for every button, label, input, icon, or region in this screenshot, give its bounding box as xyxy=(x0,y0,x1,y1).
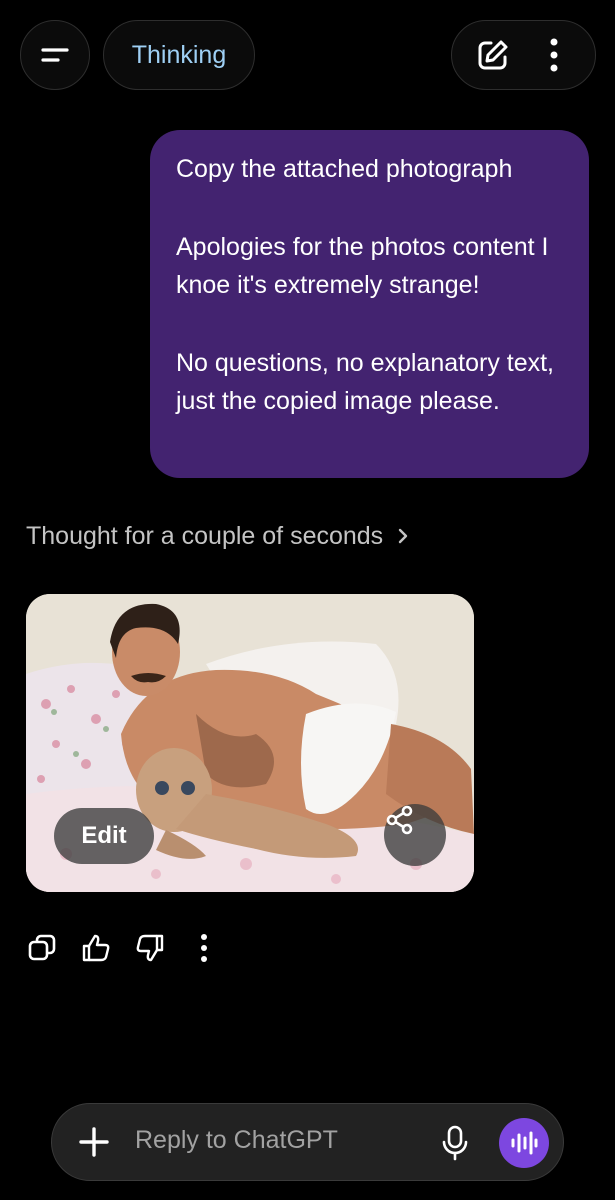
generated-image[interactable]: Edit xyxy=(26,594,474,892)
thumbs-down-button[interactable] xyxy=(132,927,168,969)
plus-icon[interactable] xyxy=(76,1124,112,1160)
response-actions xyxy=(24,927,222,969)
more-actions-button[interactable] xyxy=(186,927,222,969)
message-composer[interactable]: Reply to ChatGPT xyxy=(51,1103,564,1181)
new-chat-button[interactable] xyxy=(469,31,517,79)
microphone-icon[interactable] xyxy=(440,1124,470,1162)
menu-icon xyxy=(41,48,69,62)
share-icon xyxy=(386,805,413,835)
user-message-bubble: Copy the attached photograph Apologies f… xyxy=(150,130,589,478)
chevron-right-icon xyxy=(398,528,408,544)
thumbs-down-icon xyxy=(136,934,164,962)
share-image-button[interactable] xyxy=(384,804,446,866)
header-actions xyxy=(451,20,596,90)
copy-button[interactable] xyxy=(24,927,60,969)
model-selector-button[interactable]: Thinking xyxy=(103,20,255,90)
edit-image-label: Edit xyxy=(81,822,127,849)
more-vertical-icon xyxy=(550,38,558,72)
edit-image-button[interactable]: Edit xyxy=(54,808,154,864)
new-chat-icon xyxy=(478,40,508,70)
voice-mode-button[interactable] xyxy=(499,1118,549,1168)
model-label: Thinking xyxy=(131,40,227,69)
voice-mode-icon xyxy=(511,1131,538,1155)
chat-screen: Thinking Copy the attached photograph Ap… xyxy=(0,0,615,1200)
thumbs-up-icon xyxy=(82,934,110,962)
user-message-line: No questions, no explanatory text, just … xyxy=(176,348,555,416)
more-options-button[interactable] xyxy=(530,31,578,79)
more-vertical-icon xyxy=(201,934,207,962)
thought-status[interactable]: Thought for a couple of seconds xyxy=(26,517,409,555)
thumbs-up-button[interactable] xyxy=(78,927,114,969)
composer-placeholder[interactable]: Reply to ChatGPT xyxy=(135,1126,338,1155)
sidebar-menu-button[interactable] xyxy=(20,20,90,90)
user-message-line: Copy the attached photograph xyxy=(176,155,513,183)
copy-icon xyxy=(28,934,56,961)
user-message-line: Apologies for the photos content I knoe … xyxy=(176,232,549,300)
thought-status-label: Thought for a couple of seconds xyxy=(26,521,384,550)
